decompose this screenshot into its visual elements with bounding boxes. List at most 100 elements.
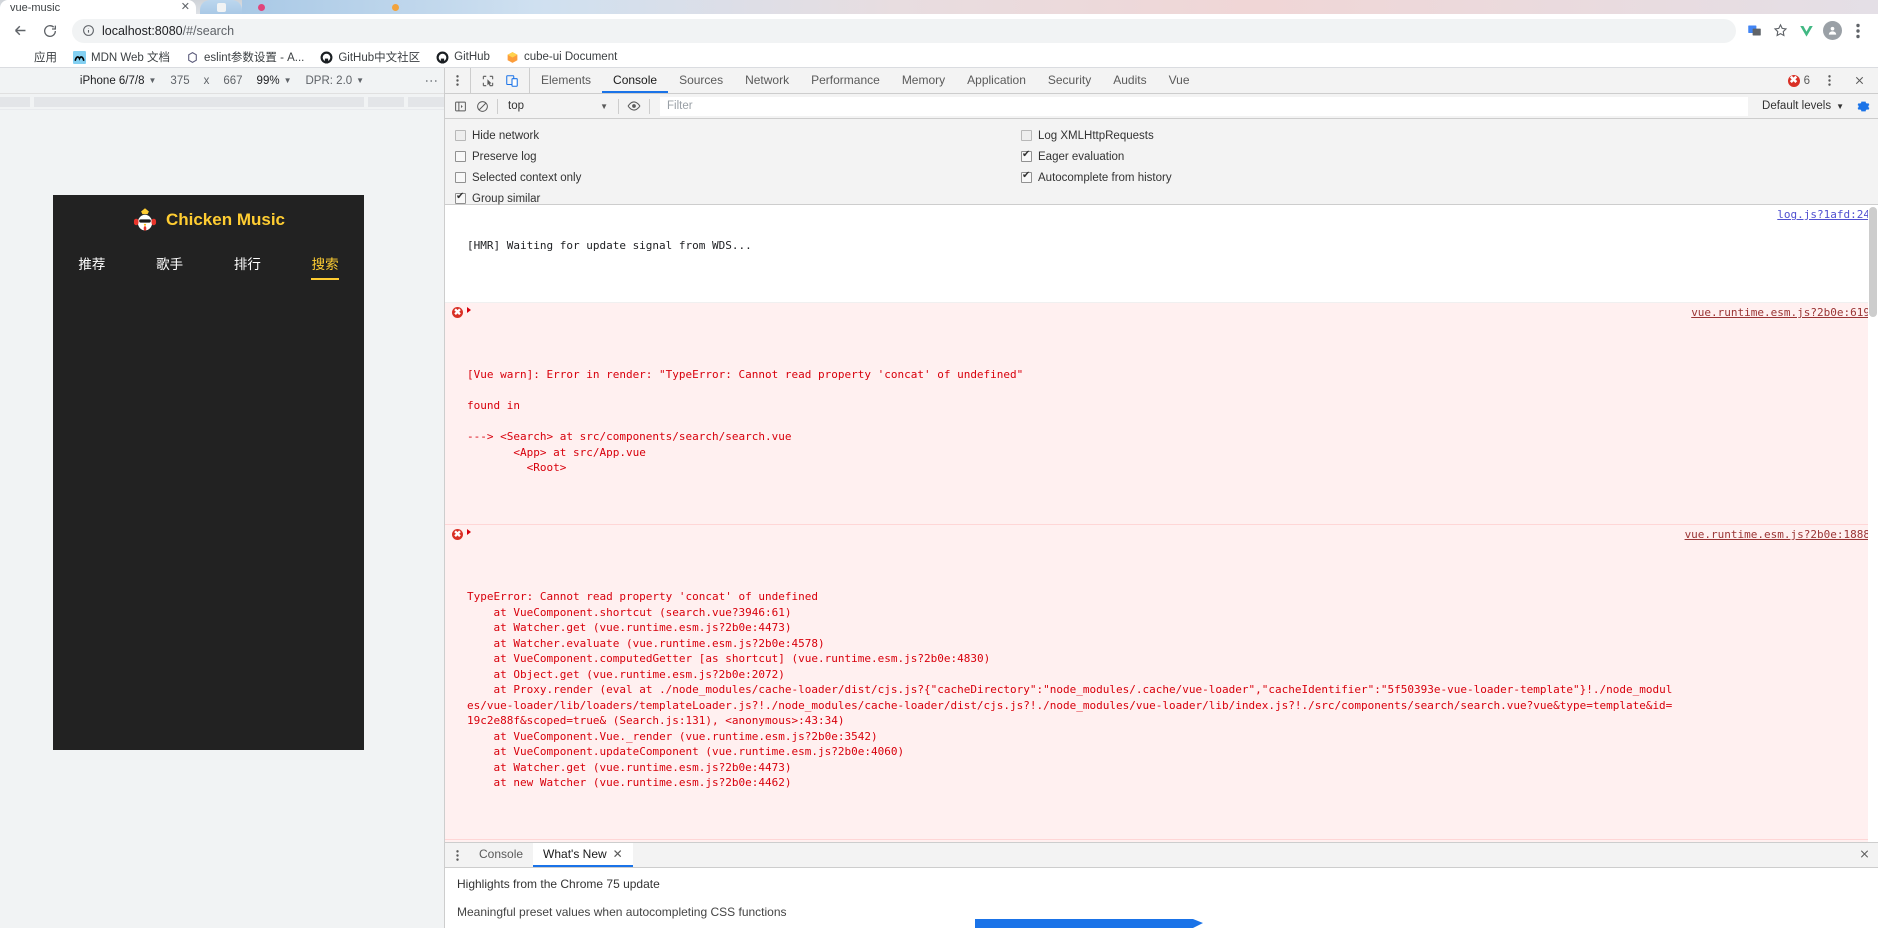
back-arrow-icon[interactable] <box>8 19 32 43</box>
tab-console[interactable]: Console <box>602 68 669 93</box>
app-tab-rank[interactable]: 排行 <box>209 244 287 286</box>
checkbox[interactable] <box>455 130 466 141</box>
kebab-menu-icon[interactable]: ⋮ <box>424 74 439 87</box>
close-icon[interactable]: ✕ <box>181 0 190 13</box>
profile-avatar-icon[interactable] <box>1820 19 1844 43</box>
tab-sources[interactable]: Sources <box>668 68 734 93</box>
kebab-menu-icon[interactable] <box>445 843 469 867</box>
console-message-error[interactable]: ✖ TypeError: Cannot read property 'conca… <box>445 525 1878 840</box>
translate-icon[interactable] <box>1742 19 1766 43</box>
chevron-right-icon[interactable] <box>467 529 471 535</box>
console-context-select[interactable]: top ▼ <box>502 100 614 112</box>
checkbox[interactable] <box>455 172 466 183</box>
mobile-app-preview[interactable]: Chicken Music 推荐 歌手 排行 搜索 <box>53 195 364 750</box>
device-height-input[interactable]: 667 <box>216 75 249 87</box>
device-width-value: 375 <box>170 74 190 87</box>
console-filter-input[interactable]: Filter <box>660 96 1749 116</box>
inspect-element-icon[interactable] <box>477 70 499 92</box>
dpr-select[interactable]: DPR: 2.0 ▼ <box>299 75 372 87</box>
tab-application[interactable]: Application <box>956 68 1037 93</box>
bookmark-mdn[interactable]: MDN Web 文档 <box>65 48 178 67</box>
tab-network[interactable]: Network <box>734 68 800 93</box>
drawer-body-line: Meaningful preset values when autocomple… <box>457 905 787 919</box>
bookmark-github[interactable]: GitHub <box>428 48 498 67</box>
bookmark-github-cn[interactable]: GitHub中文社区 <box>312 48 428 67</box>
tab-elements[interactable]: Elements <box>530 68 602 93</box>
tab-vue[interactable]: Vue <box>1158 68 1201 93</box>
device-toolbar: iPhone 6/7/8 ▼ 375 x 667 99% ▼ DPR: 2.0 <box>0 68 444 94</box>
chevron-right-icon[interactable] <box>467 307 471 313</box>
kebab-menu-icon[interactable] <box>1818 70 1840 92</box>
chevron-down-icon: ▼ <box>356 76 365 85</box>
info-icon[interactable] <box>82 24 95 37</box>
star-icon[interactable] <box>1768 19 1792 43</box>
setting-eager-evaluation[interactable]: Eager evaluation <box>1021 146 1172 167</box>
console-message-error[interactable]: ✖ [Vue warn]: Error in render: "TypeErro… <box>445 303 1878 525</box>
cubeui-icon <box>506 51 519 64</box>
github-icon <box>436 51 449 64</box>
setting-label: Group similar <box>472 192 541 205</box>
console-source-link[interactable]: vue.runtime.esm.js?2b0e:619 <box>1691 305 1870 321</box>
bookmark-apps[interactable]: 应用 <box>8 48 65 67</box>
setting-log-xhr[interactable]: Log XMLHttpRequests <box>1021 125 1172 146</box>
setting-autocomplete-history[interactable]: Autocomplete from history <box>1021 167 1172 188</box>
setting-label: Eager evaluation <box>1038 150 1125 163</box>
console-source-link[interactable]: vue.runtime.esm.js?2b0e:1888 <box>1685 527 1870 543</box>
bookmark-label: eslint参数设置 - A... <box>204 52 305 64</box>
app-header: Chicken Music <box>53 195 364 244</box>
bookmark-eslint[interactable]: eslint参数设置 - A... <box>178 48 312 67</box>
kebab-menu-icon[interactable] <box>445 68 471 93</box>
close-icon[interactable] <box>1848 70 1870 92</box>
gear-icon[interactable] <box>1852 95 1874 117</box>
main-area: iPhone 6/7/8 ▼ 375 x 667 99% ▼ DPR: 2.0 <box>0 68 1878 928</box>
console-scrollbar[interactable] <box>1868 205 1878 842</box>
setting-label: Selected context only <box>472 171 582 184</box>
device-width-input[interactable]: 375 <box>163 75 196 87</box>
app-tab-singer[interactable]: 歌手 <box>131 244 209 286</box>
devtools-tabs: Elements Console Sources Network Perform… <box>530 68 1201 93</box>
close-icon[interactable] <box>1859 848 1870 863</box>
status-badge[interactable]: ✖ 6 <box>1787 74 1810 87</box>
device-select[interactable]: iPhone 6/7/8 ▼ <box>73 75 164 87</box>
app-tab-search[interactable]: 搜索 <box>286 244 364 286</box>
error-count: 6 <box>1803 74 1810 87</box>
zoom-select[interactable]: 99% ▼ <box>250 75 299 87</box>
checkbox[interactable] <box>1021 130 1032 141</box>
console-message-info[interactable]: [HMR] Waiting for update signal from WDS… <box>445 205 1878 303</box>
new-tab-button[interactable] <box>200 0 242 14</box>
tab-audits[interactable]: Audits <box>1102 68 1157 93</box>
drawer-tab-console[interactable]: Console <box>469 843 533 867</box>
tab-memory[interactable]: Memory <box>891 68 956 93</box>
browser-tab-active[interactable]: vue-music ✕ <box>0 0 196 14</box>
app-tab-recommend[interactable]: 推荐 <box>53 244 131 286</box>
console-context-value: top <box>508 100 524 112</box>
checkbox[interactable] <box>1021 170 1032 183</box>
show-console-sidebar-icon[interactable] <box>449 95 471 117</box>
checkbox[interactable] <box>455 151 466 162</box>
close-icon[interactable]: ✕ <box>613 847 623 861</box>
live-expression-icon[interactable] <box>623 95 645 117</box>
tab-security[interactable]: Security <box>1037 68 1102 93</box>
scrollbar-thumb[interactable] <box>1869 207 1877 317</box>
devtools-tool-icons <box>471 68 530 93</box>
toggle-device-toolbar-icon[interactable] <box>501 70 523 92</box>
checkbox[interactable] <box>455 191 466 204</box>
console-message-error[interactable]: ✖ [Vue warn]: Error in mounted hook: "Ty… <box>445 840 1878 842</box>
clear-console-icon[interactable] <box>471 95 493 117</box>
vue-devtools-icon[interactable] <box>1794 19 1818 43</box>
setting-hide-network[interactable]: Hide network <box>455 125 581 146</box>
device-height-value: 667 <box>223 74 243 87</box>
setting-preserve-log[interactable]: Preserve log <box>455 146 581 167</box>
checkbox[interactable] <box>1021 149 1032 162</box>
address-bar[interactable]: localhost:8080/#/search <box>72 18 1736 43</box>
console-source-link[interactable]: log.js?1afd:24 <box>1777 207 1870 223</box>
console-message-text: [HMR] Waiting for update signal from WDS… <box>467 239 752 252</box>
bookmark-cubeui[interactable]: cube-ui Document <box>498 48 625 67</box>
tab-performance[interactable]: Performance <box>800 68 891 93</box>
drawer-tab-whats-new[interactable]: What's New ✕ <box>533 843 633 867</box>
setting-selected-context-only[interactable]: Selected context only <box>455 167 581 188</box>
kebab-menu-icon[interactable] <box>1846 19 1870 43</box>
reload-icon[interactable] <box>38 19 62 43</box>
console-levels-select[interactable]: Default levels ▼ <box>1754 100 1852 112</box>
console-output[interactable]: [HMR] Waiting for update signal from WDS… <box>445 205 1878 842</box>
